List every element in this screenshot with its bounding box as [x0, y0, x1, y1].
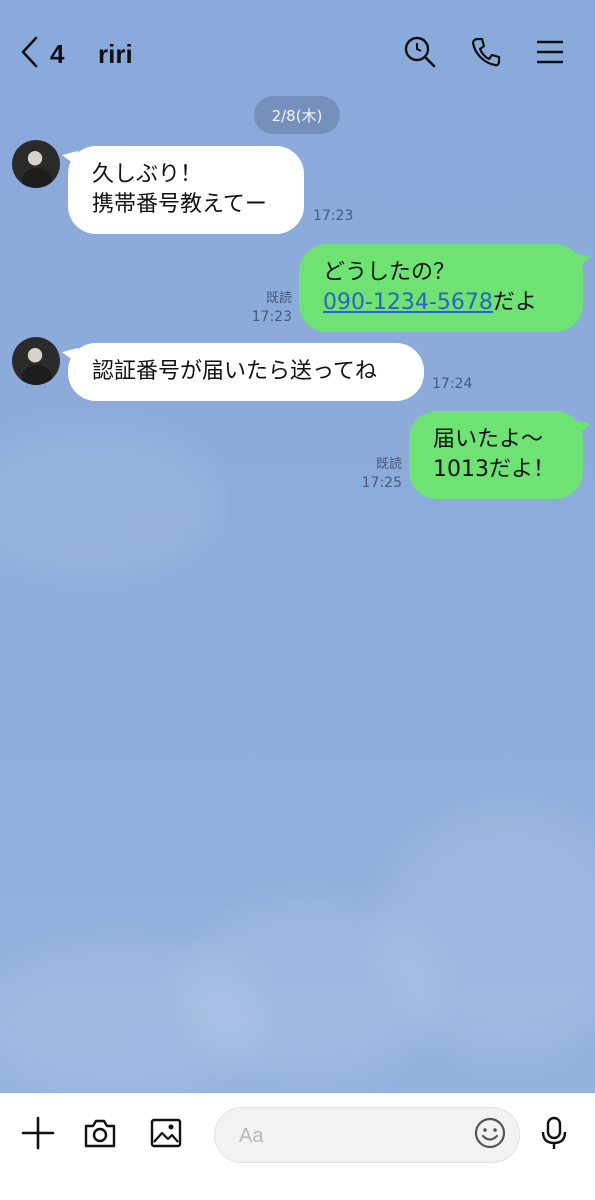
voice-button[interactable]: [534, 1115, 574, 1155]
avatar[interactable]: [12, 140, 60, 188]
camera-button[interactable]: [80, 1115, 120, 1155]
back-button[interactable]: 4: [18, 34, 78, 74]
menu-button[interactable]: [530, 34, 570, 74]
chat-header: 4 riri: [0, 0, 595, 100]
camera-icon: [82, 1115, 118, 1155]
unread-count: 4: [50, 38, 65, 69]
message-meta: 既読 17:25: [354, 456, 402, 492]
message-text: 携帯番号教えてー: [92, 192, 267, 217]
message-time: 17:25: [361, 475, 402, 491]
composer-bar: [0, 1093, 595, 1200]
message-text: 届いたよ〜: [433, 427, 544, 452]
message-text: 久しぶり！: [92, 162, 203, 187]
search-button[interactable]: [400, 34, 440, 74]
emoji-button[interactable]: [471, 1116, 509, 1154]
chat-title: riri: [98, 39, 133, 69]
phone-number-link[interactable]: 090-1234-5678: [323, 290, 493, 315]
microphone-icon: [536, 1115, 572, 1155]
phone-icon: [469, 35, 503, 73]
emoji-icon: [473, 1116, 507, 1154]
date-separator: 2/8(木): [254, 96, 340, 134]
message-bubble-incoming[interactable]: 久しぶり！ 携帯番号教えてー: [68, 146, 304, 234]
message-text: 認証番号が届いたら送ってね: [92, 359, 377, 384]
message-text-suffix: だよ: [492, 290, 537, 315]
message-text: 1013だよ！: [433, 457, 555, 482]
add-button[interactable]: [18, 1115, 58, 1155]
message-text: どうしたの？: [323, 260, 456, 285]
menu-icon: [533, 35, 567, 73]
message-meta: 既読 17:23: [244, 290, 292, 326]
message-bubble-incoming[interactable]: 認証番号が届いたら送ってね: [68, 343, 424, 401]
call-button[interactable]: [466, 34, 506, 74]
message-bubble-outgoing[interactable]: どうしたの？ 090-1234-5678だよ: [299, 244, 583, 332]
message-time: 17:24: [432, 376, 473, 392]
avatar[interactable]: [12, 337, 60, 385]
chevron-left-icon: [18, 34, 40, 74]
message-input[interactable]: [237, 1118, 471, 1154]
message-time: 17:23: [313, 208, 354, 224]
plus-icon: [20, 1115, 56, 1155]
read-receipt: 既読: [375, 457, 402, 472]
search-icon: [403, 35, 437, 73]
message-bubble-outgoing[interactable]: 届いたよ〜 1013だよ！: [409, 411, 583, 499]
message-time: 17:23: [251, 309, 292, 325]
image-button[interactable]: [146, 1115, 186, 1155]
read-receipt: 既読: [265, 291, 292, 306]
message-input-wrapper: [214, 1107, 520, 1163]
image-icon: [148, 1115, 184, 1155]
message-text: 090-1234-5678だよ: [323, 288, 559, 318]
